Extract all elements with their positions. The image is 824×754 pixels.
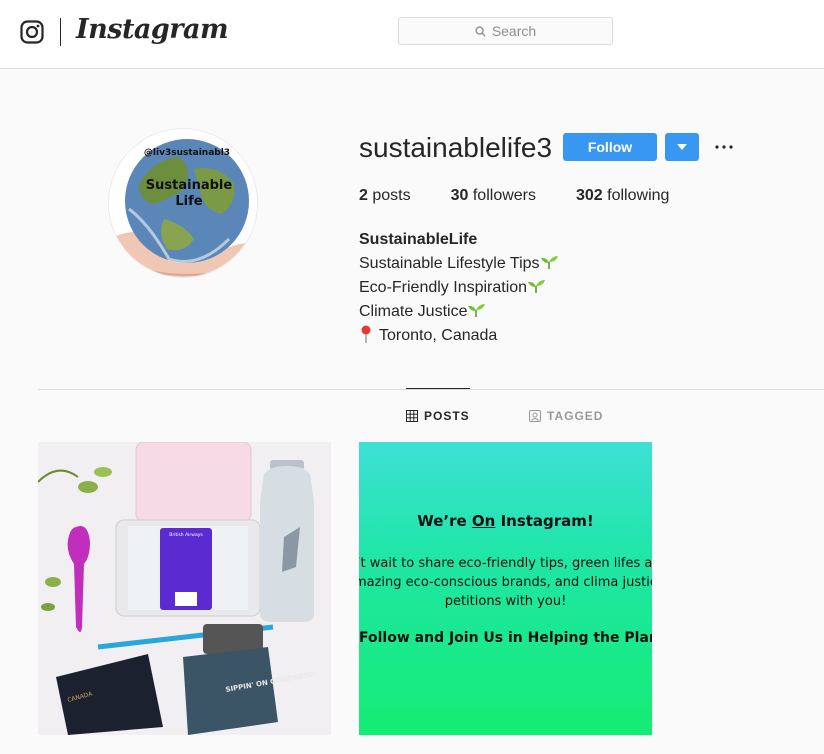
tab-posts-label: POSTS xyxy=(424,409,470,423)
more-options-button[interactable] xyxy=(712,135,736,159)
bio-display-name: SustainableLife xyxy=(359,231,478,248)
bio-location: Toronto, Canada xyxy=(359,324,558,348)
post-2-title-underline: On xyxy=(471,512,496,530)
followers-label: followers xyxy=(472,187,536,204)
post-2-title-pre: We’re xyxy=(417,512,472,530)
avatar-image: @liv3sustainabl3 Sustainable Life xyxy=(109,129,257,277)
search-icon xyxy=(475,25,486,37)
post-2-call-to-action: it Follow and Join Us in Helping the Pla… xyxy=(359,630,652,646)
posts-count-stat: 2 posts xyxy=(359,187,411,205)
followers-count: 30 xyxy=(450,187,469,204)
seedling-icon xyxy=(528,280,546,293)
follow-button[interactable]: Follow xyxy=(563,133,657,161)
search-input[interactable]: Search xyxy=(398,17,613,45)
bio-line-1-text: Sustainable Lifestyle Tips xyxy=(359,255,540,272)
location-pin-icon xyxy=(361,325,371,343)
post-2-body: can’t wait to share eco-friendly tips, g… xyxy=(359,556,652,609)
profile-bio: SustainableLife Sustainable Lifestyle Ti… xyxy=(359,228,558,348)
tab-posts[interactable]: POSTS xyxy=(406,409,470,423)
tab-tagged-label: TAGGED xyxy=(547,409,604,423)
bio-location-text: Toronto, Canada xyxy=(379,327,498,344)
bio-line-2-text: Eco-Friendly Inspiration xyxy=(359,279,528,296)
grid-icon xyxy=(406,410,418,422)
tabs-divider xyxy=(38,389,824,390)
avatar-handle-text: @liv3sustainabl3 xyxy=(144,148,230,158)
instagram-wordmark[interactable]: Instagram xyxy=(76,14,229,45)
profile-avatar[interactable]: @liv3sustainabl3 Sustainable Life xyxy=(108,128,258,278)
posts-label: posts xyxy=(372,187,411,204)
seedling-icon xyxy=(468,304,486,317)
bio-line-3-text: Climate Justice xyxy=(359,303,468,320)
logo-divider xyxy=(60,18,61,46)
suggested-accounts-dropdown-button[interactable] xyxy=(665,133,699,161)
avatar-subtitle-text: Life xyxy=(175,194,202,209)
active-tab-indicator xyxy=(406,388,470,389)
following-stat[interactable]: 302 following xyxy=(576,187,669,205)
posts-count: 2 xyxy=(359,187,368,204)
top-navigation-bar: Instagram Search xyxy=(0,0,824,69)
caret-down-icon xyxy=(677,144,687,150)
ellipsis-icon xyxy=(715,145,733,149)
followers-stat[interactable]: 30 followers xyxy=(451,187,536,205)
bio-line-2: Eco-Friendly Inspiration xyxy=(359,276,558,300)
instagram-camera-icon[interactable] xyxy=(20,20,44,44)
post-thumbnail-1[interactable]: British Airways SIPPIN' ON GOODNESS! CAN… xyxy=(38,442,331,735)
post-1-image: British Airways SIPPIN' ON GOODNESS! CAN… xyxy=(38,442,331,735)
following-label: following xyxy=(607,187,670,204)
following-count: 302 xyxy=(576,187,603,204)
post-1-screen-text: British Airways xyxy=(169,532,203,538)
bio-line-1: Sustainable Lifestyle Tips xyxy=(359,252,558,276)
seedling-icon xyxy=(540,256,558,269)
post-2-title: We’re On Instagram! xyxy=(359,512,652,530)
tagged-user-icon xyxy=(529,410,541,422)
profile-stats: 2 posts 30 followers 302 following xyxy=(359,187,669,205)
post-2-title-post: Instagram! xyxy=(495,512,594,530)
tab-tagged[interactable]: TAGGED xyxy=(529,409,603,423)
avatar-title-text: Sustainable xyxy=(146,178,233,193)
bio-line-3: Climate Justice xyxy=(359,300,558,324)
profile-username: sustainablelife3 xyxy=(359,132,553,163)
post-thumbnail-2[interactable]: We’re On Instagram! can’t wait to share … xyxy=(359,442,652,735)
search-placeholder: Search xyxy=(491,23,537,39)
